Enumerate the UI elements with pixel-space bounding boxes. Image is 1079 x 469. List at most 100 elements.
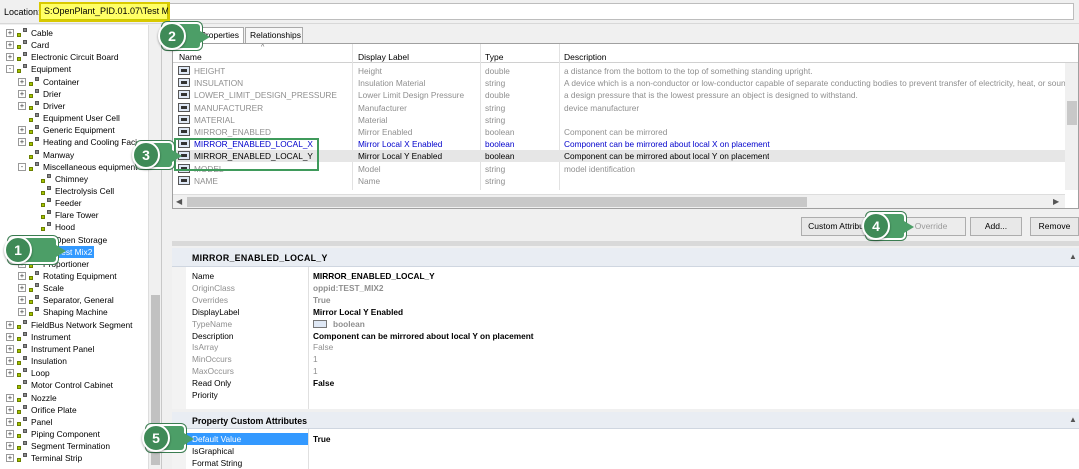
property-row[interactable]: IsArray False <box>172 341 1079 353</box>
property-row[interactable]: TypeName boolean <box>172 318 1079 330</box>
expand-icon[interactable]: + <box>18 89 26 98</box>
property-row[interactable]: Priority <box>172 389 1079 401</box>
collapse-icon[interactable]: ▲ <box>1069 415 1077 424</box>
expand-icon[interactable]: + <box>6 429 14 438</box>
table-row[interactable]: HEIGHT Height double a distance from the bo… <box>173 65 1073 77</box>
tree-item-label: Piping Component <box>31 428 100 439</box>
property-row[interactable]: MaxOccurs 1 <box>172 365 1079 377</box>
class-node-icon <box>41 222 52 232</box>
expand-icon[interactable]: + <box>6 320 14 329</box>
expand-icon[interactable]: + <box>18 101 26 110</box>
custom-attributes-header[interactable]: Property Custom Attributes ▲ <box>172 412 1079 429</box>
expand-icon[interactable]: + <box>6 454 14 463</box>
callout-1-number: 1 <box>4 236 32 264</box>
col-description-header[interactable]: Description <box>564 52 607 62</box>
table-row[interactable]: MIRROR_ENABLED Mirror Enabled boolean Compo… <box>173 126 1073 138</box>
scroll-right-icon[interactable]: ▶ <box>1053 197 1059 206</box>
collapse-icon[interactable]: - <box>18 162 26 171</box>
custom-attributes-button[interactable]: Custom Attribu <box>801 217 871 236</box>
expand-icon[interactable]: + <box>6 357 14 366</box>
expand-icon[interactable]: + <box>18 284 26 293</box>
property-row[interactable]: DisplayLabel Mirror Local Y Enabled <box>172 306 1079 318</box>
property-row[interactable]: MinOccurs 1 <box>172 353 1079 365</box>
expand-icon[interactable]: + <box>18 308 26 317</box>
collapse-icon[interactable]: - <box>6 65 14 74</box>
property-row[interactable]: Overrides True <box>172 294 1079 306</box>
property-value[interactable]: Component can be mirrored about local Y … <box>313 330 534 342</box>
property-row[interactable]: Description Component can be mirrored abo… <box>172 330 1079 342</box>
add-button[interactable]: Add... <box>970 217 1022 236</box>
expand-icon[interactable]: + <box>6 393 14 402</box>
property-value[interactable]: True <box>313 433 331 445</box>
table-row[interactable]: LOWER_LIMIT_DESIGN_PRESSURE Lower Limit D… <box>173 89 1073 101</box>
expand-icon[interactable]: + <box>6 29 14 37</box>
expand-icon[interactable]: + <box>18 138 26 147</box>
col-type-header[interactable]: Type <box>485 52 503 62</box>
location-input-extent[interactable] <box>168 3 1074 20</box>
collapse-icon[interactable]: ▲ <box>1069 252 1077 261</box>
property-key: MinOccurs <box>192 354 232 365</box>
property-row[interactable]: Default Value True <box>172 433 1079 445</box>
expand-icon[interactable]: + <box>6 53 14 62</box>
tree-item-label: Insulation <box>31 356 67 367</box>
expand-icon[interactable]: + <box>6 417 14 426</box>
cell-description: Component can be mirrored about local Y … <box>564 151 770 162</box>
remove-button[interactable]: Remove <box>1030 217 1079 236</box>
expand-icon[interactable]: + <box>18 296 26 305</box>
type-icon <box>313 319 327 328</box>
property-row[interactable]: Name MIRROR_ENABLED_LOCAL_Y <box>172 270 1079 282</box>
expand-icon[interactable]: + <box>6 405 14 414</box>
expand-icon[interactable]: + <box>6 344 14 353</box>
property-value[interactable]: False <box>313 341 333 353</box>
property-value[interactable]: boolean <box>313 318 365 330</box>
grid-hscrollbar[interactable]: ◀ ▶ <box>173 194 1065 208</box>
cell-display: Material <box>358 114 388 125</box>
class-node-icon <box>29 113 40 123</box>
property-detail-grid[interactable]: Name MIRROR_ENABLED_LOCAL_Y OriginClass opp… <box>172 267 1079 409</box>
property-value[interactable]: 1 <box>313 353 318 365</box>
tree-item-label: Drier <box>43 88 62 99</box>
pane-splitter[interactable] <box>172 241 1079 246</box>
col-name-header[interactable]: Name <box>179 52 202 62</box>
property-value[interactable]: Mirror Local Y Enabled <box>313 306 403 318</box>
cell-description: a distance from the bottom to the top of… <box>564 66 813 76</box>
grid-vscroll-thumb[interactable] <box>1067 101 1077 125</box>
expand-icon[interactable]: + <box>6 41 14 50</box>
table-row[interactable]: MATERIAL Material string <box>173 114 1073 126</box>
grid-hscroll-thumb[interactable] <box>187 197 807 207</box>
col-display-header[interactable]: Display Label <box>358 52 409 62</box>
tree-item-label: Flare Tower <box>55 210 99 221</box>
table-row[interactable]: MANUFACTURER Manufacturer string device man… <box>173 102 1073 114</box>
location-highlight <box>39 2 170 22</box>
scroll-left-icon[interactable]: ◀ <box>176 197 182 206</box>
property-value[interactable]: 1 <box>313 365 318 377</box>
table-row[interactable]: NAME Name string <box>173 175 1073 187</box>
expand-icon[interactable]: + <box>6 369 14 378</box>
property-row[interactable]: IsGraphical <box>172 445 1079 457</box>
tree-scrollbar[interactable] <box>148 25 161 469</box>
property-icon <box>178 90 190 100</box>
property-value[interactable]: oppid:TEST_MIX2 <box>313 282 384 294</box>
tab-relationships[interactable]: Relationships <box>245 27 303 43</box>
expand-icon[interactable]: + <box>18 126 26 135</box>
table-row[interactable]: INSULATION Insulation Material string A dev… <box>173 77 1073 89</box>
expand-icon[interactable]: + <box>18 272 26 280</box>
expand-icon[interactable]: + <box>6 332 14 341</box>
property-row[interactable]: Format String <box>172 457 1079 469</box>
tree-item-label: Open Storage <box>55 234 108 245</box>
expand-icon[interactable]: + <box>6 442 14 451</box>
class-node-icon <box>29 307 40 317</box>
expand-icon[interactable]: + <box>18 77 26 86</box>
property-value[interactable]: False <box>313 377 334 389</box>
property-value[interactable]: MIRROR_ENABLED_LOCAL_Y <box>313 270 435 282</box>
property-value[interactable]: True <box>313 294 331 306</box>
class-node-icon <box>29 88 40 99</box>
property-detail-header[interactable]: MIRROR_ENABLED_LOCAL_Y ▲ <box>172 248 1079 267</box>
property-row[interactable]: Read Only False <box>172 377 1079 389</box>
custom-attributes-grid[interactable]: Default Value True IsGraphical Format Strin… <box>172 429 1079 469</box>
property-row[interactable]: OriginClass oppid:TEST_MIX2 <box>172 282 1079 294</box>
properties-grid[interactable]: ^ Name Display Label Type Description HE… <box>172 43 1079 209</box>
property-key: Name <box>192 271 215 281</box>
class-node-icon <box>29 76 40 87</box>
grid-vscrollbar[interactable] <box>1065 63 1078 190</box>
